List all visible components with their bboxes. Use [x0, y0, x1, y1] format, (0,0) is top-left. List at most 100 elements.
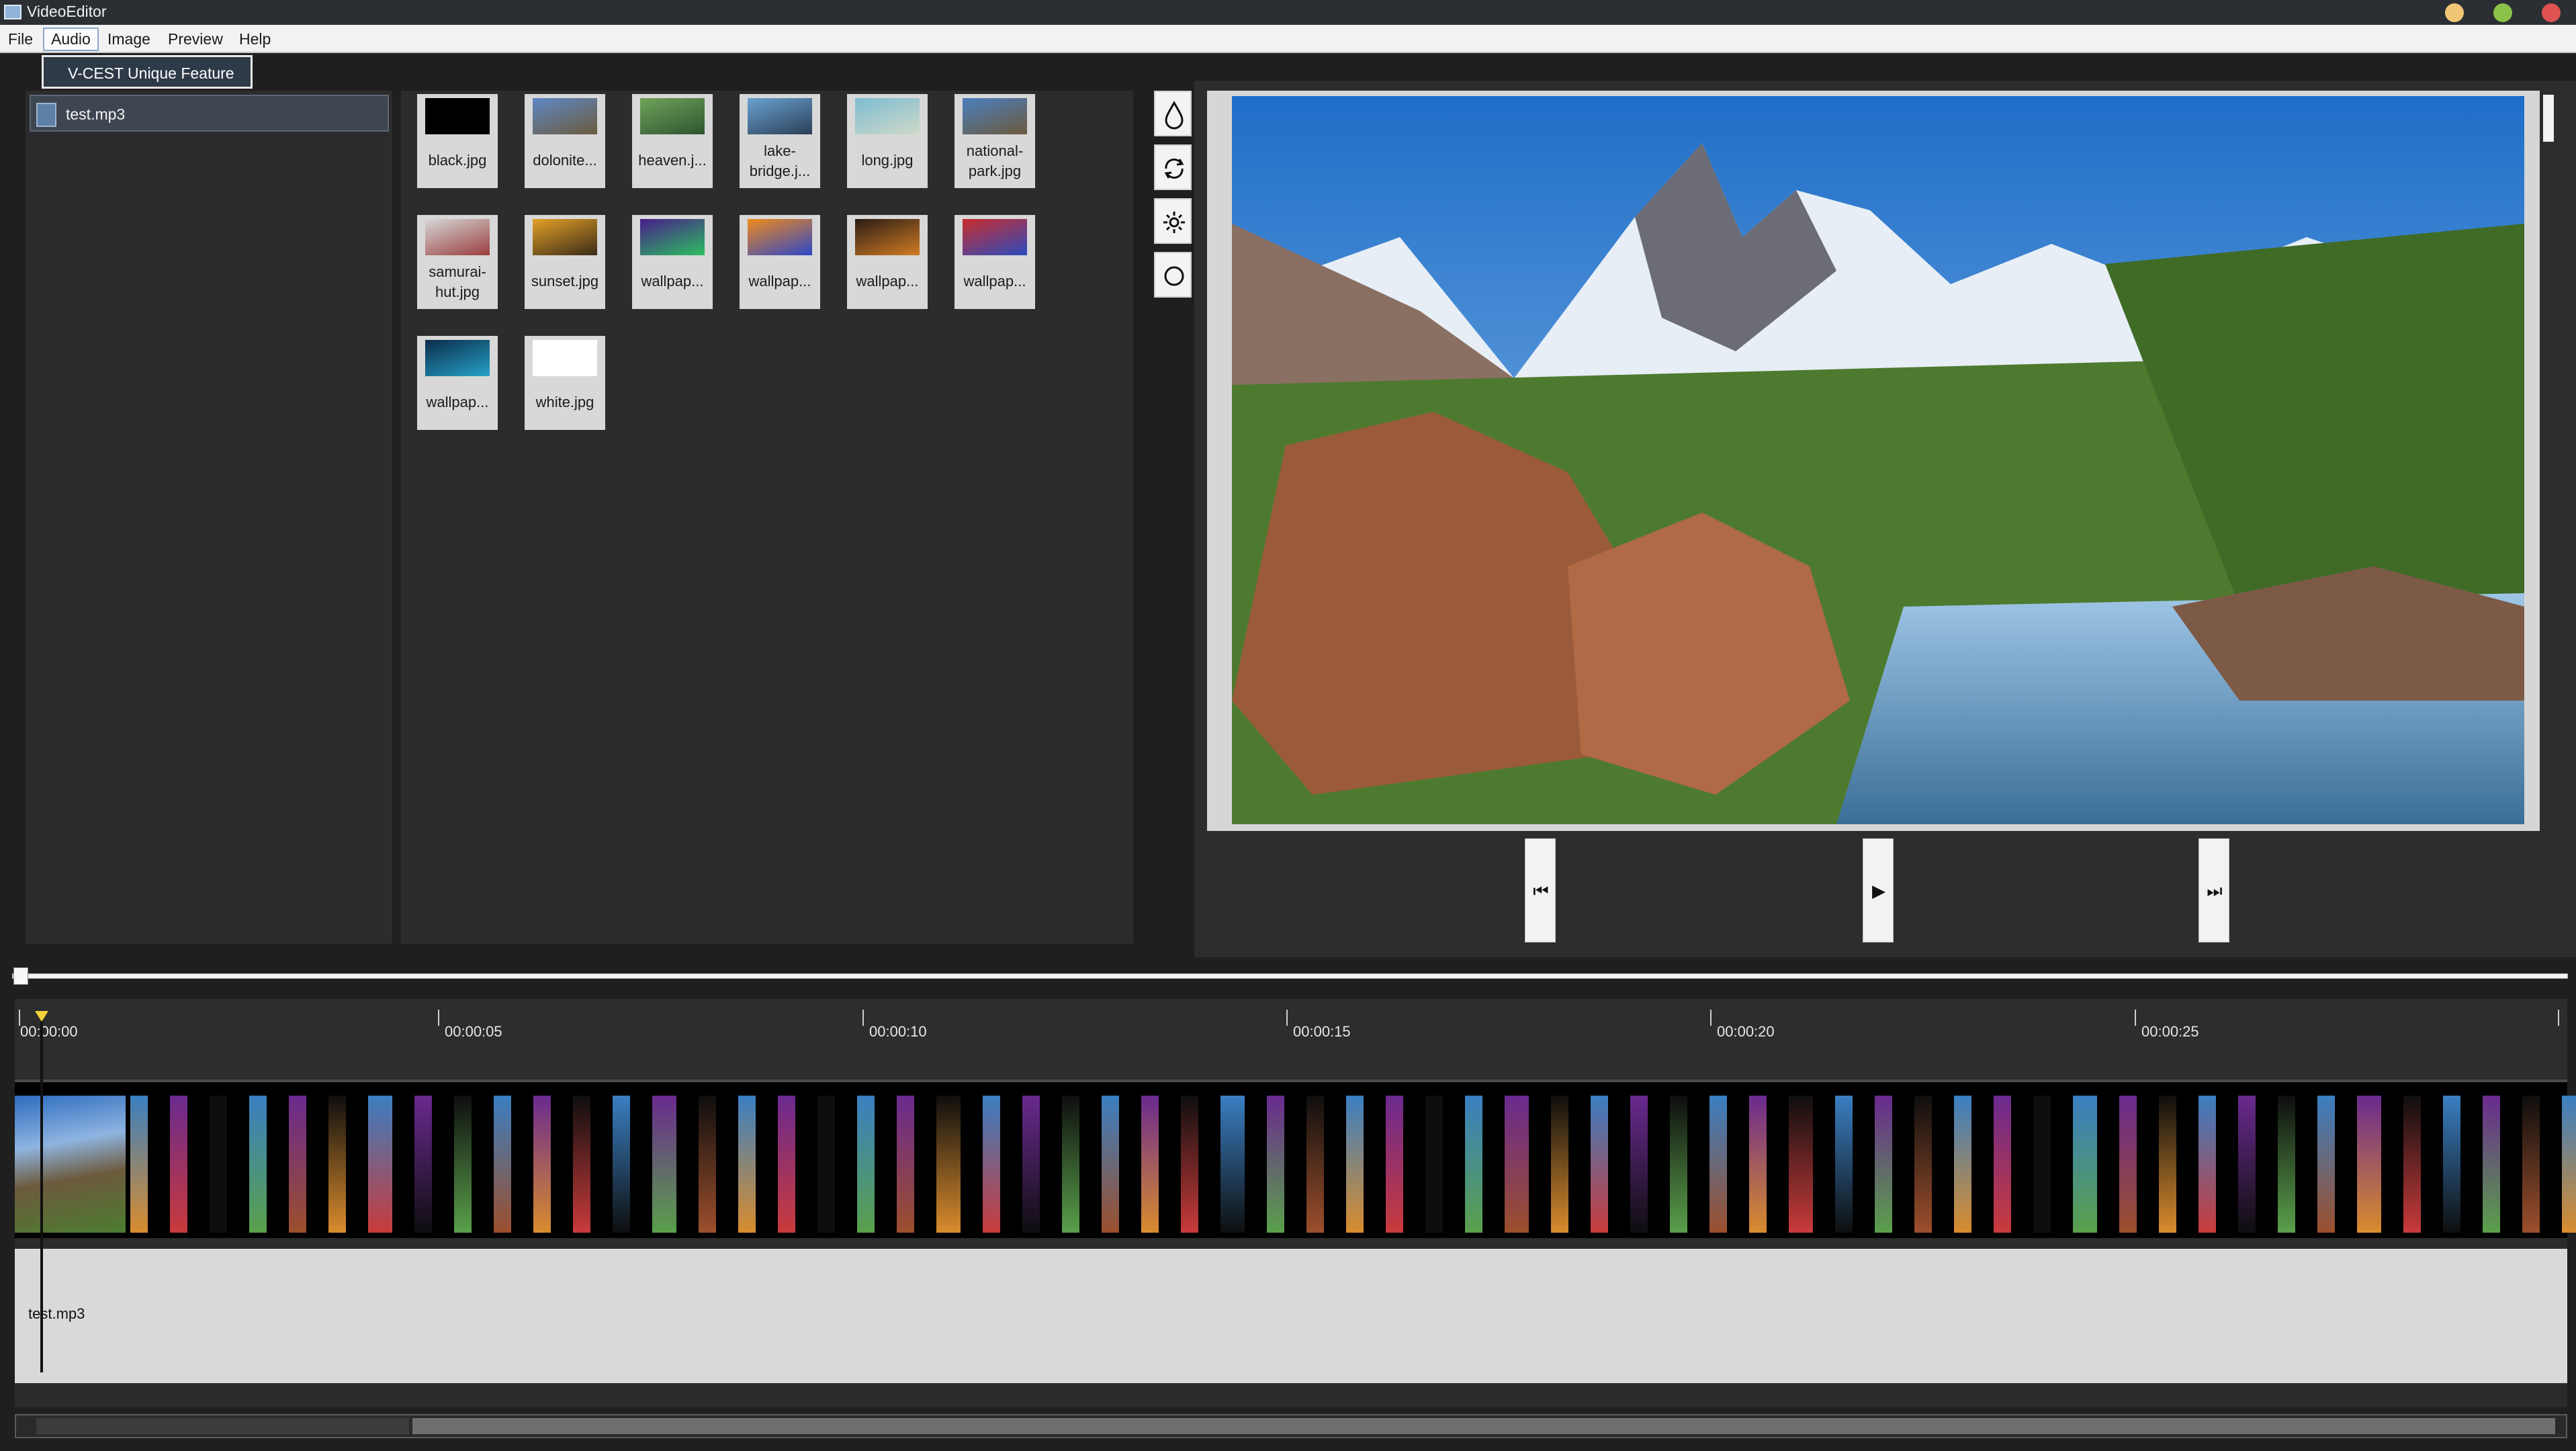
frame-thumbnail [857, 1096, 875, 1233]
playhead-marker[interactable] [35, 1011, 48, 1022]
tick-10 [862, 1010, 864, 1026]
image-thumbnail[interactable]: wallpap... [632, 215, 713, 309]
frame-thumbnail [1630, 1096, 1648, 1233]
frame-thumbnail [130, 1096, 148, 1233]
seek-handle[interactable] [13, 967, 28, 985]
frame-thumbnail [2119, 1096, 2137, 1233]
play-button[interactable]: ▶ [1863, 838, 1894, 942]
previous-button[interactable]: ⏮ [1525, 838, 1556, 942]
tick-label-5: 00:00:05 [445, 1023, 502, 1040]
image-thumbnail[interactable]: wallpap... [847, 215, 928, 309]
thumbnail-image [425, 98, 490, 134]
frame-thumbnail [1709, 1096, 1727, 1233]
audio-file-icon [36, 103, 56, 127]
next-button[interactable]: ⏭ [2199, 838, 2229, 942]
frame-thumbnail [1022, 1096, 1040, 1233]
frame-thumbnail [817, 1096, 835, 1233]
circle-tool-button[interactable] [1154, 252, 1192, 298]
thumbnail-caption: heaven.j... [638, 152, 707, 169]
image-thumbnail[interactable]: sunset.jpg [525, 215, 605, 309]
rotate-tool-button[interactable] [1154, 144, 1192, 190]
tick-label-0: 00:00:00 [20, 1023, 78, 1040]
menu-preview[interactable]: Preview [161, 29, 230, 50]
frame-strip [15, 1096, 2576, 1233]
drop-tool-button[interactable] [1154, 91, 1192, 136]
thumbnail-image [425, 219, 490, 255]
timeline-scroll-thumb[interactable] [412, 1418, 2555, 1434]
app-icon [4, 5, 21, 19]
frame-thumbnail [613, 1096, 630, 1233]
menu-help[interactable]: Help [232, 29, 277, 50]
frame-thumbnail [2199, 1096, 2216, 1233]
frame-thumbnail [2522, 1096, 2540, 1233]
thumbnail-image [748, 219, 812, 255]
brightness-tool-button[interactable] [1154, 198, 1192, 244]
frame-thumbnail [1306, 1096, 1324, 1233]
frame-thumbnail [1789, 1096, 1813, 1233]
skip-back-icon: ⏮ [1533, 881, 1549, 901]
maximize-button[interactable] [2493, 3, 2512, 22]
thumbnail-image [533, 340, 597, 376]
thumbnail-caption: wallpap... [426, 394, 489, 410]
image-thumbnail[interactable]: wallpap... [954, 215, 1035, 309]
image-thumbnail[interactable]: wallpap... [740, 215, 820, 309]
tick-25 [2135, 1010, 2136, 1026]
frame-thumbnail [573, 1096, 590, 1233]
frame-thumbnail [1267, 1096, 1284, 1233]
thumbnail-caption: white.jpg [535, 394, 594, 410]
close-button[interactable] [2542, 3, 2561, 22]
frame-thumbnail [494, 1096, 511, 1233]
frame-thumbnail [2403, 1096, 2421, 1233]
timeline-scrollbar[interactable] [15, 1414, 2567, 1438]
frame-thumbnail [2443, 1096, 2460, 1233]
image-thumbnail[interactable]: dolonite... [525, 94, 605, 188]
minimize-button[interactable] [2445, 3, 2464, 22]
menu-image[interactable]: Image [101, 29, 157, 50]
image-thumbnail[interactable]: wallpap... [417, 336, 498, 430]
menu-file[interactable]: File [1, 29, 40, 50]
playhead[interactable] [40, 1016, 43, 1372]
thumbnail-caption: dolonite... [533, 152, 597, 169]
frame-thumbnail [1346, 1096, 1364, 1233]
tick-label-10: 00:00:10 [869, 1023, 927, 1040]
thumbnail-caption: wallpap... [641, 273, 704, 290]
menu-audio[interactable]: Audio [43, 28, 99, 51]
audio-track[interactable]: test.mp3 [15, 1249, 2567, 1383]
title-bar: VideoEditor [0, 0, 2576, 25]
frame-thumbnail [1062, 1096, 1079, 1233]
frame-thumbnail [210, 1096, 227, 1233]
frame-thumbnail [1835, 1096, 1853, 1233]
preview-scrollbar[interactable] [2543, 95, 2554, 142]
tick-label-15: 00:00:15 [1293, 1023, 1351, 1040]
timeline: 00:00:00 00:00:05 00:00:10 00:00:15 00:0… [15, 999, 2576, 1407]
frame-thumbnail [2357, 1096, 2381, 1233]
media-item-label: test.mp3 [66, 105, 126, 123]
frame-thumbnail [2562, 1096, 2576, 1233]
thumbnail-image [748, 98, 812, 134]
frame-thumbnail [533, 1096, 551, 1233]
image-thumbnail[interactable]: national-park.jpg [954, 94, 1035, 188]
video-track[interactable] [15, 1080, 2576, 1238]
image-thumbnail[interactable]: samurai-hut.jpg [417, 215, 498, 309]
thumbnail-image [855, 219, 920, 255]
audio-track-label: test.mp3 [28, 1305, 85, 1322]
time-ruler: 00:00:00 00:00:05 00:00:10 00:00:15 00:0… [15, 999, 2567, 1078]
image-thumbnail[interactable]: black.jpg [417, 94, 498, 188]
thumbnail-image [855, 98, 920, 134]
frame-thumbnail [368, 1096, 392, 1233]
frame-thumbnail [1386, 1096, 1403, 1233]
frame-thumbnail [1749, 1096, 1767, 1233]
seek-slider[interactable] [12, 966, 2568, 986]
frame-thumbnail [414, 1096, 432, 1233]
image-thumbnail[interactable]: white.jpg [525, 336, 605, 430]
image-thumbnail[interactable]: heaven.j... [632, 94, 713, 188]
media-panel [26, 91, 392, 944]
frame-thumbnail [328, 1096, 346, 1233]
frame-thumbnail [170, 1096, 187, 1233]
thumbnail-caption: long.jpg [861, 152, 914, 169]
menu-item-vcest[interactable]: V-CEST Unique Feature [68, 64, 234, 83]
image-thumbnail[interactable]: lake-bridge.j... [740, 94, 820, 188]
thumbnail-caption: wallpap... [748, 273, 811, 290]
image-thumbnail[interactable]: long.jpg [847, 94, 928, 188]
media-item-test-mp3[interactable]: test.mp3 [30, 95, 389, 132]
